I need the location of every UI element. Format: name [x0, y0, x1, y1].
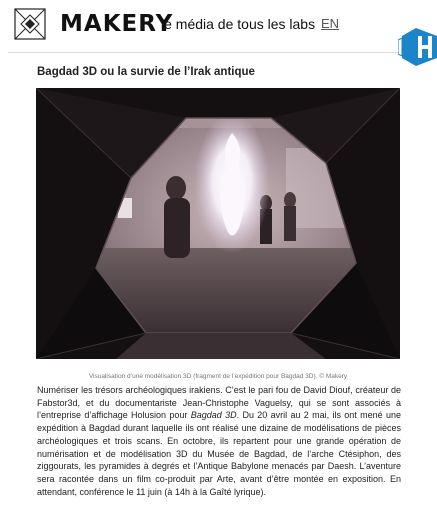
header-divider — [8, 52, 400, 53]
makery-logo-icon[interactable] — [14, 8, 46, 40]
article-title: Bagdad 3D ou la survie de l’Irak antique — [37, 66, 255, 78]
side-h-badge-icon[interactable] — [398, 26, 437, 68]
article-photo — [36, 88, 400, 359]
conference-link[interactable]: conférence le 11 juin (à 14h à la Gaîté … — [80, 487, 264, 497]
body-emphasis: Bagdad 3D — [190, 410, 237, 421]
article-body: Numériser les trésors archéologiques ira… — [37, 384, 401, 498]
site-tagline: le média de tous les labs — [161, 16, 316, 32]
language-link-en[interactable]: EN — [321, 16, 339, 31]
brand-name[interactable]: MAKERY — [60, 11, 173, 37]
body-text-part-2: . Du 20 avril au 2 mai, ils ont mené une… — [37, 410, 401, 497]
site-header: MAKERY le média de tous les labs EN — [0, 0, 437, 48]
body-text-part-3: . — [263, 486, 267, 497]
photo-caption: Visualisation d’une modélisation 3D (fra… — [88, 373, 348, 380]
